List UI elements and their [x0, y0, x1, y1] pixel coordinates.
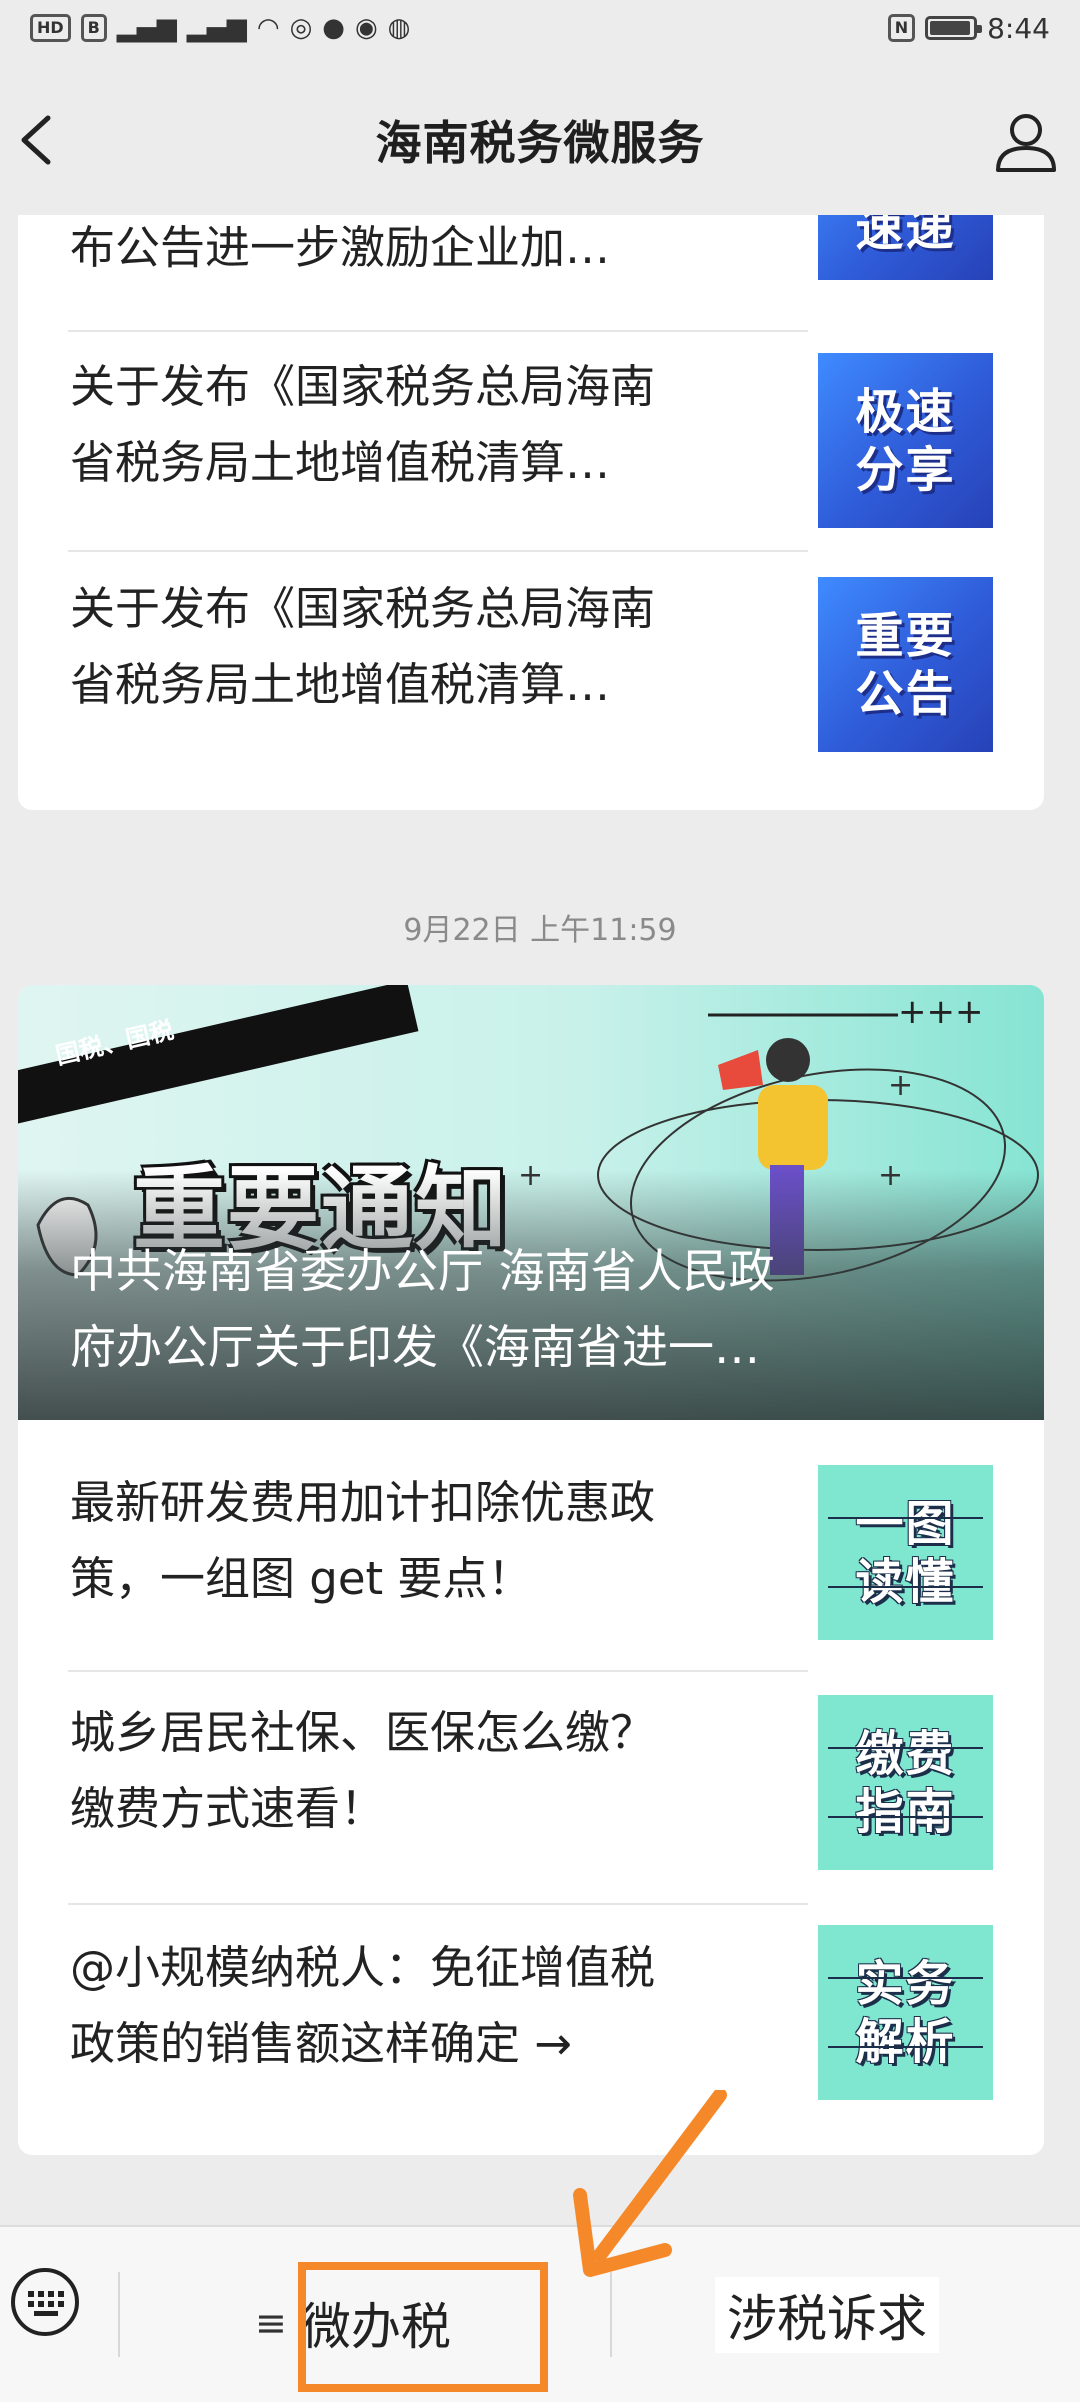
user-profile-icon[interactable] [992, 108, 1060, 176]
article-thumbnail: 一图 读懂 [818, 1465, 993, 1640]
page-title: 海南税务微服务 [375, 116, 705, 170]
article-title-line: 最新研发费用加计扣除优惠政 [70, 1476, 656, 1529]
signal-5g-icon: ▂▄▆ [186, 13, 247, 43]
divider [68, 550, 808, 552]
article-title: 关于发布《国家税务总局海南 省税务局土地增值税清算… [70, 571, 790, 723]
article-title: 城乡居民社保、医保怎么缴？ 缴费方式速看！ [70, 1695, 790, 1847]
thumbnail-text: 重要 [855, 607, 956, 664]
menu-tax-appeal[interactable]: 涉税诉求 [715, 2277, 939, 2353]
article-title-line: 缴费方式速看！ [70, 1782, 386, 1835]
article-title-line: 省税务局土地增值税清算… [70, 658, 611, 711]
list-item[interactable]: 布公告进一步激励企业加… 速递 [18, 215, 1044, 335]
status-left: HD B ▂▄▆ ▂▄▆ ◠ ◎ ● ◉ ◍ [30, 14, 410, 42]
thumbnail-text: 极速 [855, 383, 956, 440]
thumbnail-text: 公告 [855, 665, 956, 722]
banner-caption-line: 中共海南省委办公厅 海南省人民政 [70, 1244, 775, 1298]
article-title: 布公告进一步激励企业加… [70, 221, 611, 274]
app-icon: ◉ [354, 13, 378, 43]
svg-text:+: + [888, 1068, 913, 1103]
article-title: 最新研发费用加计扣除优惠政 策，一组图 get 要点！ [70, 1465, 790, 1617]
thumbnail-text: 速递 [855, 215, 956, 257]
divider [68, 1903, 808, 1905]
article-thumbnail: 速递 [818, 215, 993, 280]
status-right: N 8:44 [887, 11, 1050, 45]
divider [118, 2272, 120, 2357]
app-icon: ◎ [289, 13, 313, 43]
article-card-2: 国税、国税 +++ + + + 重要通知 中共海南省委办公厅 海南省人民政 府办… [18, 985, 1044, 2155]
divider [68, 1670, 808, 1672]
thumbnail-text: 分享 [855, 441, 956, 498]
thumbnail-text: 指南 [855, 1783, 956, 1840]
article-thumbnail: 重要 公告 [818, 577, 993, 752]
list-item[interactable]: 最新研发费用加计扣除优惠政 策，一组图 get 要点！ 一图 读懂 [18, 1435, 1044, 1660]
banner-caption: 中共海南省委办公厅 海南省人民政 府办公厅关于印发《海南省进一… [70, 1233, 990, 1385]
featured-article-banner[interactable]: 国税、国税 +++ + + + 重要通知 中共海南省委办公厅 海南省人民政 府办… [18, 985, 1044, 1420]
thumbnail-text: 实务 [855, 1955, 956, 2012]
article-title-line: 城乡居民社保、医保怎么缴？ [70, 1706, 656, 1759]
back-arrow-icon[interactable] [10, 110, 70, 170]
list-item[interactable]: @小规模纳税人：免征增值税 政策的销售额这样确定 → 实务 解析 [18, 1910, 1044, 2140]
article-title-line: @小规模纳税人：免征增值税 [70, 1941, 656, 1994]
thumbnail-text: 一图 [855, 1495, 956, 1552]
article-thumbnail: 实务 解析 [818, 1925, 993, 2100]
svg-text:+++: +++ [898, 992, 983, 1032]
b-icon: B [80, 14, 107, 42]
nfc-icon: N [887, 14, 916, 42]
article-title-line: 政策的销售额这样确定 → [70, 2017, 573, 2070]
article-title: 关于发布《国家税务总局海南 省税务局土地增值税清算… [70, 349, 790, 501]
message-timestamp: 9月22日 上午11:59 [403, 913, 677, 948]
banner-caption-line: 府办公厅关于印发《海南省进一… [70, 1320, 760, 1374]
wifi-icon: ◠ [256, 13, 280, 43]
article-title-line: 省税务局土地增值税清算… [70, 436, 611, 489]
app-icon: ● [322, 13, 345, 43]
nav-bar: 海南税务微服务 [0, 70, 1080, 210]
article-title: @小规模纳税人：免征增值税 政策的销售额这样确定 → [70, 1930, 790, 2082]
menu-list-icon: ≡ [255, 2301, 287, 2345]
divider [68, 330, 808, 332]
highlight-box [298, 2262, 548, 2392]
article-thumbnail: 极速 分享 [818, 353, 993, 528]
list-item[interactable]: 关于发布《国家税务总局海南 省税务局土地增值税清算… 极速 分享 [18, 333, 1044, 528]
signal-4g-icon: ▂▄▆ [116, 13, 177, 43]
keyboard-icon[interactable] [8, 2265, 82, 2339]
battery-icon [925, 16, 983, 40]
thumbnail-text: 解析 [855, 2013, 956, 2070]
arrow-annotation-icon [573, 2090, 727, 2277]
article-title-line: 关于发布《国家税务总局海南 [70, 360, 656, 413]
article-title-line: 关于发布《国家税务总局海南 [70, 582, 656, 635]
list-item[interactable]: 关于发布《国家税务总局海南 省税务局土地增值税清算… 重要 公告 [18, 555, 1044, 785]
status-bar: HD B ▂▄▆ ▂▄▆ ◠ ◎ ● ◉ ◍ N 8:44 [0, 0, 1080, 56]
hd-icon: HD [30, 14, 71, 42]
thumbnail-text: 缴费 [855, 1725, 956, 1782]
article-thumbnail: 缴费 指南 [818, 1695, 993, 1870]
article-card-1: 布公告进一步激励企业加… 速递 关于发布《国家税务总局海南 省税务局土地增值税清… [18, 215, 1044, 810]
thumbnail-text: 读懂 [855, 1553, 956, 1610]
app-icon: ◍ [387, 13, 411, 43]
list-item[interactable]: 城乡居民社保、医保怎么缴？ 缴费方式速看！ 缴费 指南 [18, 1675, 1044, 1900]
clock: 8:44 [987, 11, 1050, 45]
article-title-line: 策，一组图 get 要点！ [70, 1552, 533, 1605]
